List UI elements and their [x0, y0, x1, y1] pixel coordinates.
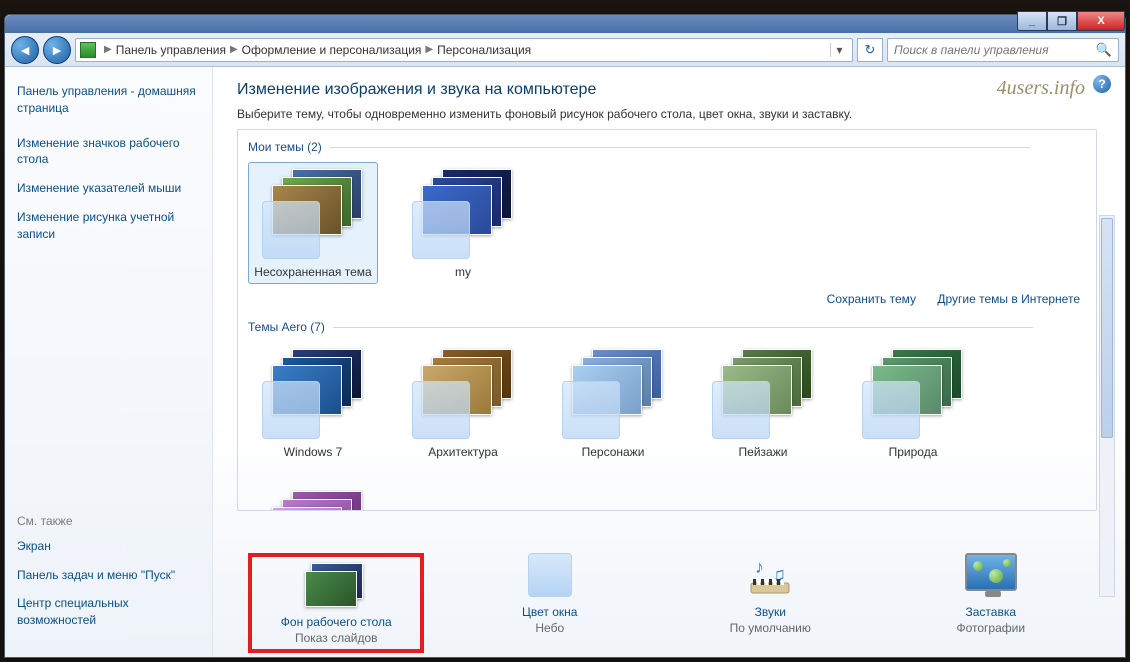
theme-item-windows7[interactable]: Windows 7	[248, 342, 378, 464]
crumb-personalization[interactable]: Персонализация	[437, 43, 531, 57]
window-frame: _ ❐ X ◄ ► ▶ Панель управления ▶ Оформлен…	[4, 14, 1126, 658]
sounds-label: Звуки	[675, 605, 865, 619]
theme-label: Персонажи	[553, 445, 673, 459]
themes-online-link[interactable]: Другие темы в Интернете	[937, 292, 1080, 306]
screensaver-icon	[956, 553, 1026, 599]
sounds-button[interactable]: ♪♫ Звуки По умолчанию	[675, 553, 865, 635]
window-controls: _ ❐ X	[1017, 11, 1125, 31]
theme-item-scenes[interactable]: Сцены	[248, 484, 378, 511]
theme-label: Архитектура	[403, 445, 523, 459]
desktop-background-label: Фон рабочего стола	[256, 615, 416, 629]
see-also-header: См. также	[17, 514, 200, 528]
theme-label: my	[403, 265, 523, 279]
svg-text:♪: ♪	[755, 557, 764, 577]
sidebar-link-account-picture[interactable]: Изменение рисунка учетной записи	[17, 209, 200, 243]
sounds-icon: ♪♫	[735, 553, 805, 599]
title-bar: _ ❐ X	[5, 15, 1125, 33]
chevron-right-icon: ▶	[230, 44, 238, 55]
screensaver-button[interactable]: Заставка Фотографии	[896, 553, 1086, 635]
theme-item-nature[interactable]: Природа	[848, 342, 978, 464]
help-button[interactable]: ?	[1093, 75, 1111, 93]
group-header-aero-themes: Темы Aero (7)	[248, 320, 1086, 334]
refresh-button[interactable]: ↻	[857, 38, 883, 62]
window-color-label: Цвет окна	[455, 605, 645, 619]
theme-label: Пейзажи	[703, 445, 823, 459]
window-color-button[interactable]: Цвет окна Небо	[455, 553, 645, 635]
sidebar-link-mouse-pointers[interactable]: Изменение указателей мыши	[17, 180, 200, 197]
theme-links: Сохранить тему Другие темы в Интернете	[248, 284, 1086, 316]
back-button[interactable]: ◄	[11, 36, 39, 64]
control-panel-icon	[80, 42, 96, 58]
save-theme-link[interactable]: Сохранить тему	[827, 292, 916, 306]
theme-label: Несохраненная тема	[253, 265, 373, 279]
window-color-icon	[515, 553, 585, 599]
desktop-background-button[interactable]: Фон рабочего стола Показ слайдов	[248, 553, 424, 653]
page-description: Выберите тему, чтобы одновременно измени…	[237, 107, 1125, 121]
minimize-button[interactable]: _	[1017, 11, 1047, 31]
breadcrumb[interactable]: ▶ Панель управления ▶ Оформление и персо…	[75, 38, 853, 62]
content-pane: 4users.info ? Изменение изображения и зв…	[213, 67, 1125, 657]
breadcrumb-dropdown[interactable]: ▾	[830, 43, 848, 57]
address-bar: ◄ ► ▶ Панель управления ▶ Оформление и п…	[5, 33, 1125, 67]
close-button[interactable]: X	[1077, 11, 1125, 31]
desktop-background-status: Показ слайдов	[256, 631, 416, 645]
search-icon[interactable]: 🔍	[1096, 42, 1112, 58]
chevron-right-icon: ▶	[104, 44, 112, 55]
sidebar-link-display[interactable]: Экран	[17, 538, 200, 555]
sounds-status: По умолчанию	[675, 621, 865, 635]
control-panel-home-link[interactable]: Панель управления - домашняя страница	[17, 83, 200, 117]
theme-item-my[interactable]: my	[398, 162, 528, 284]
search-box[interactable]: 🔍	[887, 38, 1119, 62]
scrollbar-vertical[interactable]	[1099, 215, 1115, 597]
window-color-status: Небо	[455, 621, 645, 635]
theme-item-characters[interactable]: Персонажи	[548, 342, 678, 464]
crumb-control-panel[interactable]: Панель управления	[116, 43, 226, 57]
sidebar-link-ease-of-access[interactable]: Центр специальных возможностей	[17, 595, 200, 629]
forward-button[interactable]: ►	[43, 36, 71, 64]
screensaver-label: Заставка	[896, 605, 1086, 619]
maximize-button[interactable]: ❐	[1047, 11, 1077, 31]
scrollbar-thumb[interactable]	[1101, 218, 1113, 438]
personalization-footer: Фон рабочего стола Показ слайдов Цвет ок…	[237, 547, 1101, 657]
crumb-appearance[interactable]: Оформление и персонализация	[242, 43, 422, 57]
sidebar-link-desktop-icons[interactable]: Изменение значков рабочего стола	[17, 135, 200, 169]
theme-label: Природа	[853, 445, 973, 459]
content-body: Панель управления - домашняя страница Из…	[5, 67, 1125, 657]
theme-item-architecture[interactable]: Архитектура	[398, 342, 528, 464]
watermark-text: 4users.info	[997, 77, 1085, 100]
theme-label: Windows 7	[253, 445, 373, 459]
screensaver-status: Фотографии	[896, 621, 1086, 635]
themes-scroll-area[interactable]: Мои темы (2) Несохраненная тема my Сохра…	[237, 129, 1097, 511]
group-header-my-themes: Мои темы (2)	[248, 140, 1086, 154]
search-input[interactable]	[894, 43, 1096, 57]
sidebar: Панель управления - домашняя страница Из…	[5, 67, 213, 657]
theme-item-unsaved[interactable]: Несохраненная тема	[248, 162, 378, 284]
page-title: Изменение изображения и звука на компьют…	[237, 81, 1125, 99]
sidebar-link-taskbar[interactable]: Панель задач и меню "Пуск"	[17, 567, 200, 584]
desktop-background-icon	[301, 563, 371, 609]
theme-item-landscapes[interactable]: Пейзажи	[698, 342, 828, 464]
chevron-right-icon: ▶	[425, 44, 433, 55]
